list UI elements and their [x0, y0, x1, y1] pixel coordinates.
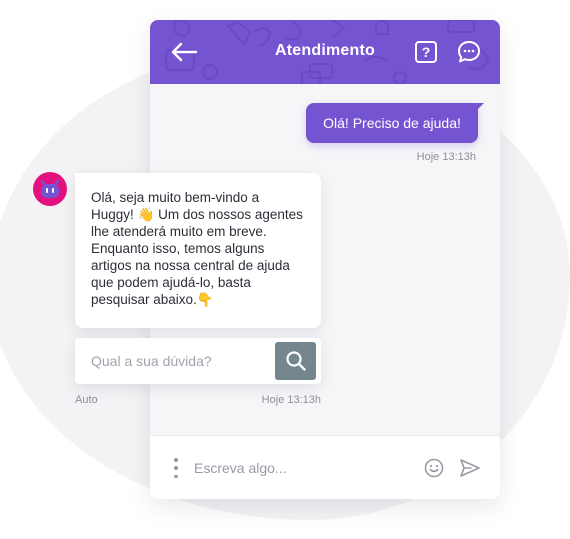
emoji-icon[interactable]: [424, 458, 444, 478]
help-search-card: [75, 338, 321, 384]
sent-message-time: Hoje 13:13h: [416, 151, 476, 163]
bot-face-icon: [40, 179, 60, 198]
sent-message-tail: [474, 103, 484, 113]
header-title: Atendimento: [275, 42, 375, 59]
message-composer: [150, 435, 500, 499]
bot-avatar: [33, 172, 67, 206]
chat-bubble-icon: [458, 41, 480, 63]
dot-icon: [174, 474, 178, 478]
dot-icon: [174, 458, 178, 462]
sender-label: Auto: [75, 394, 98, 406]
received-message-bubble: Olá, seja muito bem-vindo a Huggy! 👋 Um …: [75, 173, 321, 328]
help-search-input[interactable]: [85, 347, 277, 375]
send-icon[interactable]: [459, 458, 481, 478]
help-button[interactable]: ?: [415, 41, 437, 63]
dot-icon: [174, 466, 178, 470]
search-button[interactable]: [275, 342, 316, 380]
chat-header: Atendimento ?: [150, 20, 500, 84]
sent-message-bubble: Olá! Preciso de ajuda!: [306, 103, 478, 143]
chat-bubble-button[interactable]: [456, 39, 482, 65]
received-message-time: Hoje 13:13h: [261, 394, 321, 406]
search-icon: [285, 351, 306, 371]
message-input[interactable]: [188, 456, 420, 480]
more-options-button[interactable]: [171, 458, 181, 478]
